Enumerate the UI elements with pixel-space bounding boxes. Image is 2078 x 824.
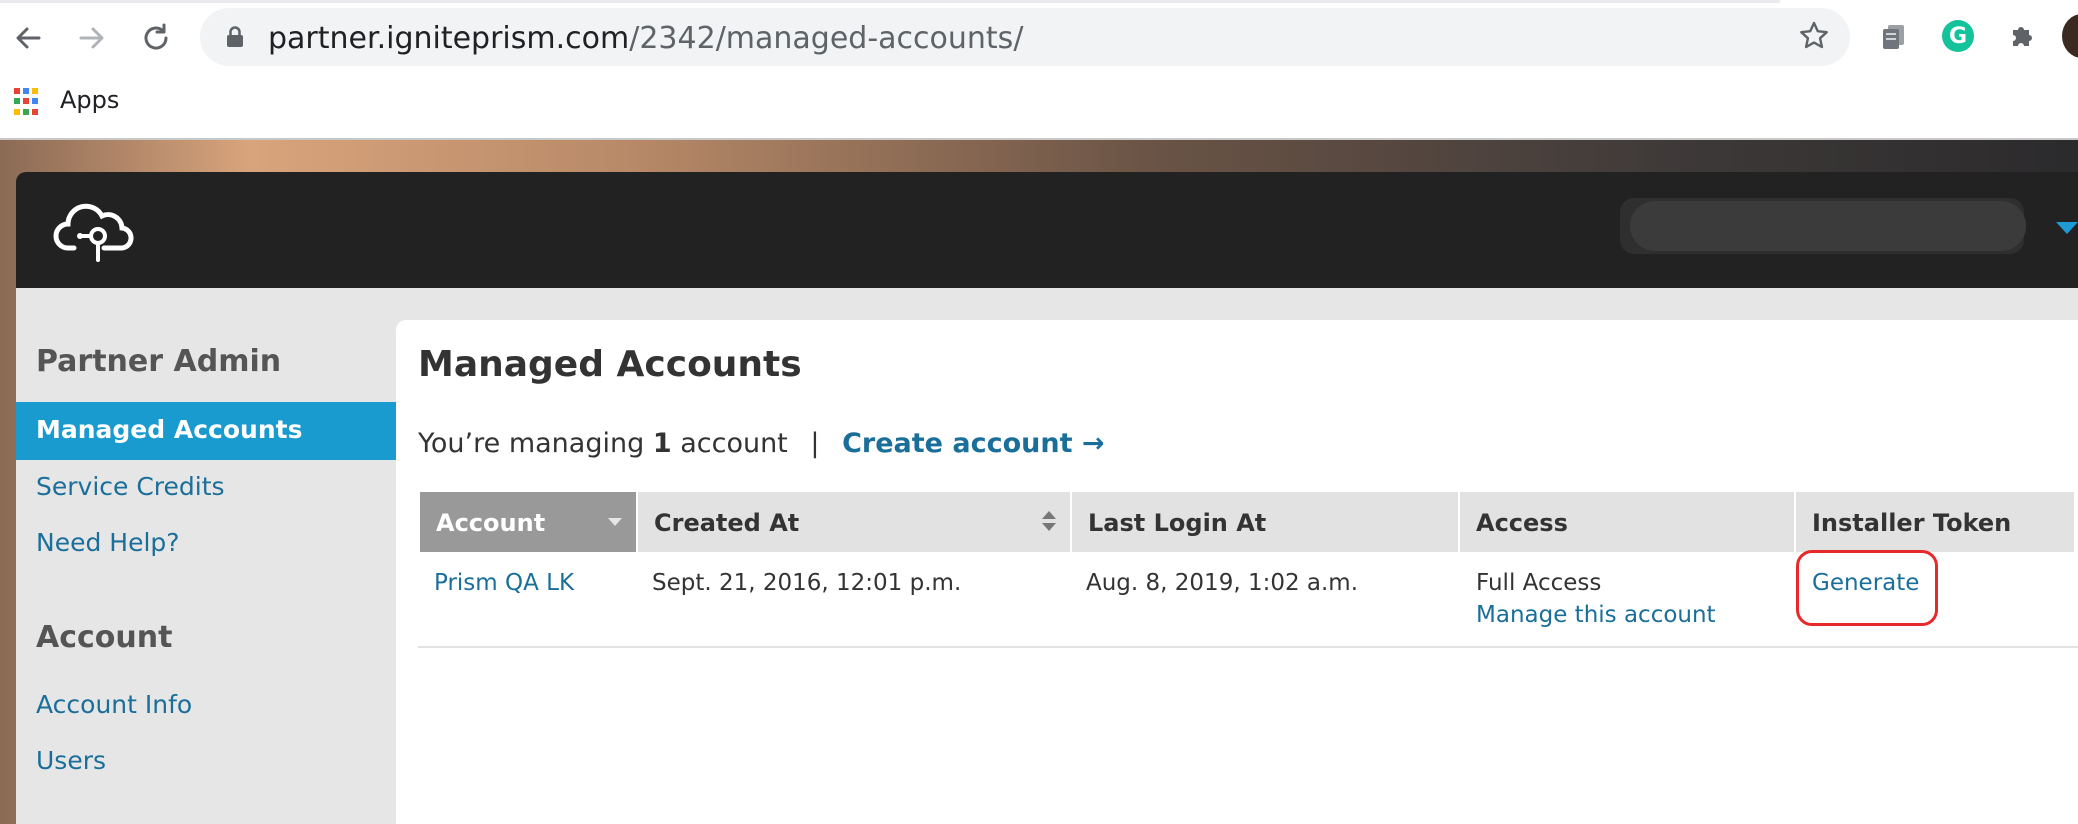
url-host: partner.igniteprism.com [268, 21, 630, 56]
extensions-puzzle-icon[interactable] [2004, 18, 2040, 54]
column-header-account[interactable]: Account [420, 492, 636, 552]
summary-prefix: You’re managing [418, 428, 645, 459]
apps-grid-dot [14, 108, 20, 115]
sidebar-item-account-info[interactable]: Account Info [36, 690, 192, 719]
page-title: Managed Accounts [418, 344, 802, 385]
last-login-value: Aug. 8, 2019, 1:02 a.m. [1086, 570, 1359, 596]
column-header-label: Last Login At [1088, 509, 1267, 537]
sidebar-item-managed-accounts[interactable]: Managed Accounts [16, 402, 396, 460]
user-menu-chevron-down-icon[interactable] [2056, 222, 2078, 234]
column-header-label: Access [1476, 509, 1568, 537]
address-bar[interactable]: partner.igniteprism.com/2342/managed-acc… [200, 8, 1850, 66]
profile-avatar[interactable] [2062, 14, 2078, 58]
back-icon[interactable] [10, 20, 46, 56]
create-account-link[interactable]: Create account → [842, 428, 1104, 459]
copy-extension-icon[interactable] [1876, 18, 1912, 54]
sidebar-heading-partner-admin: Partner Admin [36, 344, 282, 379]
bookmark-star-icon[interactable] [1798, 20, 1830, 56]
url-text[interactable]: partner.igniteprism.com/2342/managed-acc… [268, 21, 1023, 56]
apps-grid-dot [32, 88, 38, 94]
sidebar-item-users[interactable]: Users [36, 746, 106, 775]
apps-grid-dot [14, 98, 20, 105]
lock-icon[interactable] [226, 26, 244, 52]
bookmark-apps[interactable]: Apps [60, 86, 119, 114]
column-header-label: Created At [654, 509, 800, 537]
account-name-link[interactable]: Prism QA LK [434, 570, 574, 596]
reload-icon[interactable] [138, 20, 174, 56]
apps-grid-dot [23, 98, 29, 105]
apps-grid-dot [14, 88, 20, 94]
sort-desc-icon [608, 518, 622, 526]
grammarly-extension-icon[interactable]: G [1940, 18, 1976, 54]
sort-icon [1042, 511, 1056, 533]
column-header-installer-token[interactable]: Installer Token [1796, 492, 2074, 552]
accounts-summary: You’re managing 1 account | Create accou… [418, 428, 1105, 459]
sidebar-item-need-help[interactable]: Need Help? [36, 528, 180, 557]
apps-grid-dot [23, 88, 29, 94]
browser-chrome: partner.igniteprism.com/2342/managed-acc… [0, 0, 2078, 140]
created-at-value: Sept. 21, 2016, 12:01 p.m. [652, 570, 962, 596]
summary-separator: | [810, 428, 820, 459]
sidebar-heading-account: Account [36, 620, 173, 655]
grammarly-letter: G [1942, 20, 1974, 52]
highlight-annotation [1796, 550, 1938, 626]
summary-suffix: account [680, 428, 788, 459]
access-value: Full Access [1476, 570, 1602, 596]
apps-grid-icon[interactable] [14, 88, 42, 116]
tab-strip-edge [0, 0, 1780, 3]
column-header-label: Account [436, 509, 546, 537]
manage-account-link[interactable]: Manage this account [1476, 602, 1716, 628]
summary-count: 1 [652, 428, 672, 459]
url-path: /2342/managed-accounts/ [629, 21, 1024, 56]
column-header-label: Installer Token [1812, 509, 2012, 537]
column-header-access[interactable]: Access [1460, 492, 1794, 552]
apps-grid-dot [23, 108, 29, 115]
column-header-created-at[interactable]: Created At [638, 492, 1070, 552]
apps-grid-dot [32, 108, 38, 115]
prism-cloud-logo-icon[interactable] [52, 196, 136, 266]
row-divider [418, 646, 2078, 648]
sidebar-item-service-credits[interactable]: Service Credits [36, 472, 225, 501]
user-menu-field[interactable] [1630, 201, 2026, 251]
column-header-last-login-at[interactable]: Last Login At [1072, 492, 1458, 552]
apps-grid-dot [32, 98, 38, 105]
forward-icon[interactable] [74, 20, 110, 56]
sidebar-item-label: Managed Accounts [36, 415, 303, 444]
